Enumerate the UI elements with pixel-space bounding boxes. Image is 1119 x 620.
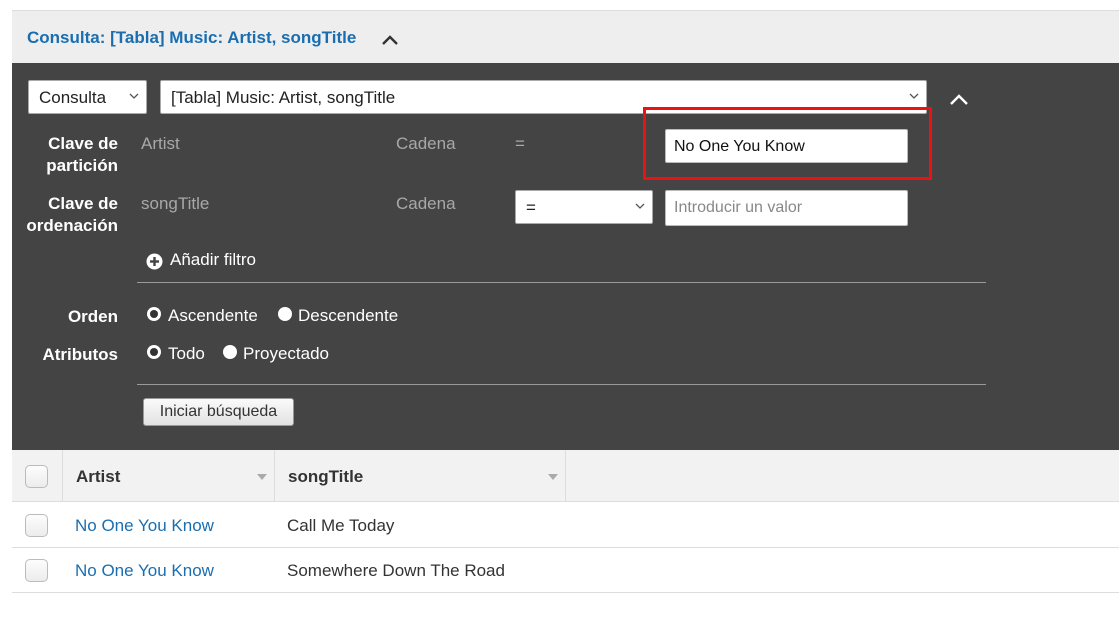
start-search-button[interactable]: Iniciar búsqueda — [143, 398, 294, 426]
order-ascending-label[interactable]: Ascendente — [168, 306, 258, 326]
column-header-artist[interactable]: Artist — [76, 467, 120, 487]
sort-caret-icon[interactable] — [257, 474, 267, 480]
artist-cell-link[interactable]: No One You Know — [75, 516, 214, 536]
query-panel-title[interactable]: Consulta: [Tabla] Music: Artist, songTit… — [27, 28, 356, 48]
sort-key-attribute: songTitle — [141, 194, 210, 213]
collapse-chevron-up-icon[interactable] — [948, 89, 970, 111]
partition-key-type: Cadena — [396, 134, 456, 153]
query-panel-header[interactable]: Consulta: [Tabla] Music: Artist, songTit… — [12, 10, 1119, 63]
divider — [137, 282, 986, 283]
attributes-all-radio[interactable] — [147, 345, 161, 359]
partition-key-attribute: Artist — [141, 134, 180, 153]
column-separator[interactable] — [565, 450, 566, 502]
sort-caret-icon[interactable] — [548, 474, 558, 480]
table-row[interactable]: No One You Know Call Me Today — [12, 503, 1119, 548]
songtitle-cell: Call Me Today — [287, 516, 395, 535]
attributes-projected-radio[interactable] — [223, 345, 237, 359]
add-circle-icon[interactable] — [146, 253, 163, 270]
results-table-header: Artist songTitle — [12, 450, 1119, 502]
row-checkbox[interactable] — [25, 514, 48, 537]
sort-key-value-input[interactable]: Introducir un valor — [665, 190, 908, 226]
column-separator[interactable] — [274, 450, 275, 502]
sort-key-operator-select[interactable]: = — [515, 190, 653, 224]
order-descending-radio[interactable] — [278, 307, 292, 321]
chevron-down-icon — [129, 93, 139, 99]
divider — [137, 384, 986, 385]
chevron-down-icon — [909, 93, 919, 99]
partition-key-operator: = — [515, 134, 525, 153]
sort-key-operator-value: = — [526, 198, 536, 217]
order-label: Orden — [67, 307, 118, 326]
partition-key-label: Clave de partición — [46, 134, 118, 175]
row-checkbox[interactable] — [25, 559, 48, 582]
sort-key-label: Clave de ordenación — [26, 194, 118, 235]
add-filter-link[interactable]: Añadir filtro — [170, 250, 256, 270]
artist-cell-link[interactable]: No One You Know — [75, 561, 214, 581]
chevron-down-icon — [635, 203, 645, 209]
songtitle-cell: Somewhere Down The Road — [287, 561, 505, 580]
order-ascending-radio[interactable] — [147, 307, 161, 321]
attributes-label: Atributos — [42, 345, 118, 364]
operation-select[interactable]: Consulta — [28, 80, 147, 114]
attributes-projected-label[interactable]: Proyectado — [243, 344, 329, 364]
sort-key-type: Cadena — [396, 194, 456, 213]
table-row[interactable]: No One You Know Somewhere Down The Road — [12, 548, 1119, 593]
chevron-up-icon[interactable] — [380, 30, 400, 50]
query-form-panel: Consulta [Tabla] Music: Artist, songTitl… — [12, 63, 1119, 450]
sort-key-placeholder: Introducir un valor — [674, 199, 803, 216]
attributes-all-label[interactable]: Todo — [168, 344, 205, 364]
order-descending-label[interactable]: Descendente — [298, 306, 398, 326]
operation-select-value: Consulta — [39, 88, 107, 107]
select-all-checkbox[interactable] — [25, 465, 48, 488]
column-header-songtitle[interactable]: songTitle — [288, 467, 363, 487]
index-select-value: [Tabla] Music: Artist, songTitle — [171, 88, 396, 107]
annotation-highlight-box — [643, 107, 932, 180]
column-separator — [62, 450, 63, 502]
